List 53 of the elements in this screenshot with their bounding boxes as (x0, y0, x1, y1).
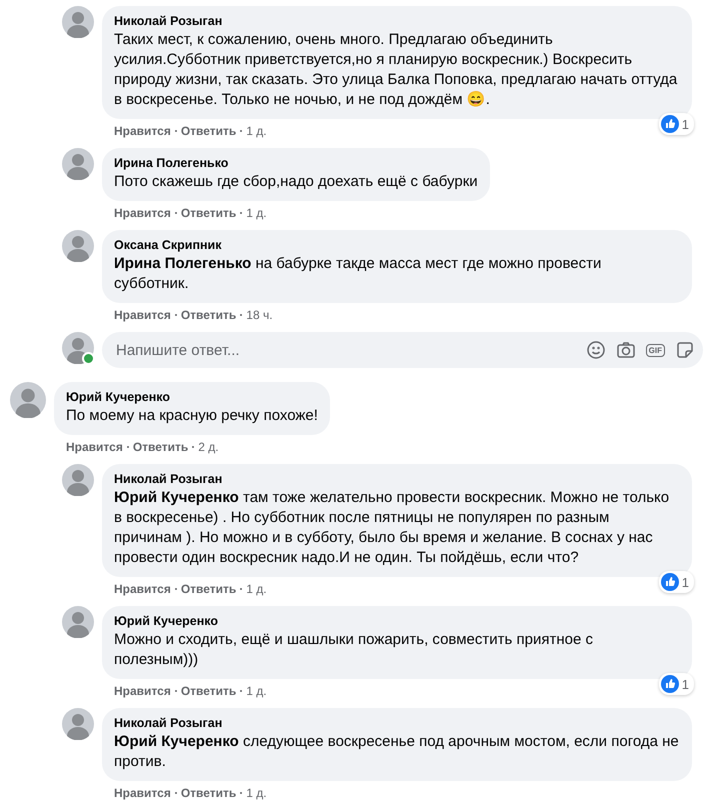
like-icon (660, 115, 679, 133)
author-name[interactable]: Юрий Кучеренко (66, 389, 318, 405)
avatar-icon[interactable] (62, 606, 94, 638)
reply-link[interactable]: Ответить (180, 684, 236, 698)
reaction-badge[interactable]: 1 (658, 571, 694, 593)
smiley-icon[interactable] (586, 340, 606, 360)
like-icon (660, 573, 679, 591)
like-link[interactable]: Нравится (114, 308, 171, 322)
comment-time[interactable]: 1 д. (246, 206, 267, 220)
author-name[interactable]: Оксана Скрипник (114, 237, 680, 253)
like-link[interactable]: Нравится (66, 440, 123, 454)
like-link[interactable]: Нравится (114, 786, 171, 800)
comment-text: Ирина Полегенько на бабурке такде масса мест где можно провести субботник. (114, 254, 602, 294)
avatar-icon[interactable] (10, 382, 46, 418)
author-name[interactable]: Юрий Кучеренко (114, 613, 680, 629)
like-link[interactable]: Нравится (114, 684, 171, 698)
comment-text: Таких мест, к сожалению, очень много. Предлагаю объединить усилия.Субботник приветствуется,но я планирую воскресник.) Воскресить природу жизни, так сказать. Это улица Балка Поповка, предлагаю начать оттуда в воскресенье. Только не ночью, и не под дождём 😄. (114, 30, 678, 110)
author-name[interactable]: Николай Розыган (114, 715, 680, 731)
reaction-badge[interactable]: 1 (658, 673, 694, 695)
reply-link[interactable]: Ответить (180, 582, 236, 596)
reply-link[interactable]: Ответить (132, 440, 188, 454)
gif-button[interactable]: GIF (646, 344, 665, 356)
comment-time[interactable]: 1 д. (246, 684, 267, 698)
comment-text: Можно и сходить, ещё и шашлыки пожарить, совместить приятное с полезным))) (114, 630, 594, 670)
author-name[interactable]: Ирина Полегенько (114, 155, 478, 171)
reaction-badge[interactable]: 1 (658, 113, 694, 135)
like-link[interactable]: Нравится (114, 582, 171, 596)
avatar-icon[interactable] (62, 464, 94, 496)
comment-text: По моему на красную речку похоже! (66, 406, 318, 426)
reply-field[interactable]: Напишите ответ... GIF (102, 332, 703, 368)
comment-text: Пото скажешь где сбор,надо доехать ещё с бабурки (114, 172, 478, 192)
comment-time[interactable]: 1 д. (246, 124, 267, 138)
comment-text: Юрий Кучеренко следующее воскресенье под арочным мостом, если погода не против. (114, 732, 680, 772)
avatar-icon[interactable] (62, 6, 94, 38)
like-link[interactable]: Нравится (114, 206, 171, 220)
avatar-icon[interactable] (62, 148, 94, 180)
avatar-icon[interactable] (62, 230, 94, 262)
comment-time[interactable]: 1 д. (246, 582, 267, 596)
comment-time[interactable]: 2 д. (198, 440, 219, 454)
reply-link[interactable]: Ответить (180, 124, 236, 138)
reply-link[interactable]: Ответить (180, 206, 236, 220)
sticker-icon[interactable] (675, 340, 695, 360)
like-link[interactable]: Нравится (114, 124, 171, 138)
author-name[interactable]: Николай Розыган (114, 471, 680, 487)
author-name[interactable]: Николай Розыган (114, 13, 680, 29)
comment-time[interactable]: 18 ч. (246, 308, 273, 322)
reply-link[interactable]: Ответить (180, 786, 236, 800)
comment-text: Юрий Кучеренко там тоже желательно провести воскресник. Можно не только в воскресенье) . Но субботник после пятницы не популярен по разным причинам ). Но можно и в субботу, было бы время и желание. В соснах у нас провести один воскресник надо.И не один. Ты пойдёшь, если что? (114, 488, 670, 568)
like-icon (660, 675, 679, 693)
reply-link[interactable]: Ответить (180, 308, 236, 322)
avatar-icon[interactable] (62, 708, 94, 740)
camera-icon[interactable] (616, 340, 636, 360)
comment-time[interactable]: 1 д. (246, 786, 267, 800)
